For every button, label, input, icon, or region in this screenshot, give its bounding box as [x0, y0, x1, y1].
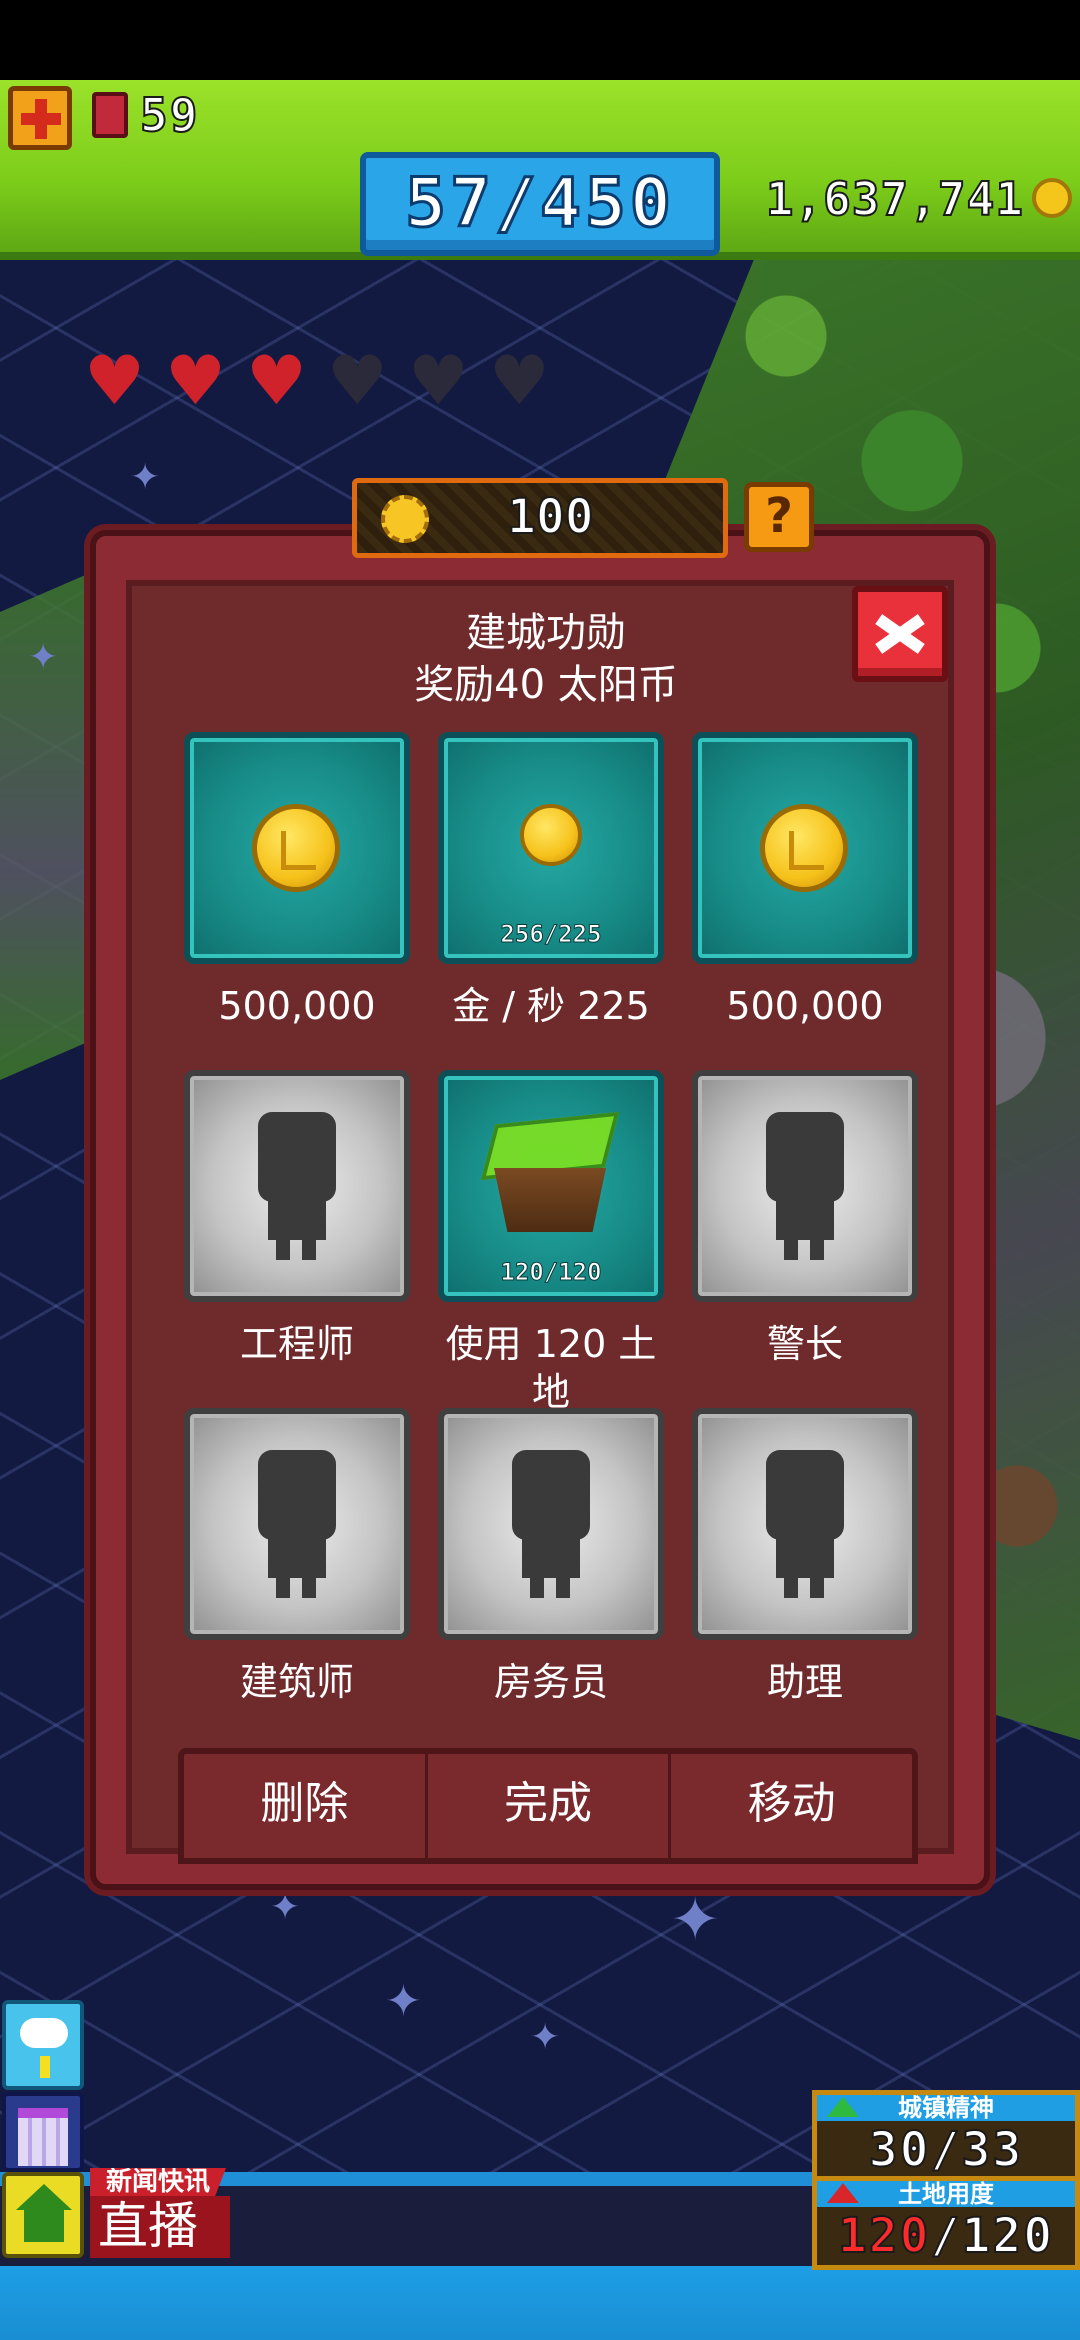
- achievement-cell[interactable]: 500,000: [184, 732, 410, 1030]
- heart-icon: ♥: [245, 342, 307, 421]
- star-icon: ✦: [130, 457, 161, 498]
- happiness-hearts: ♥ ♥ ♥ ♥ ♥ ♥: [84, 348, 550, 416]
- achievement-label: 500,000: [218, 984, 376, 1028]
- star-icon: ✦: [670, 1885, 721, 1955]
- locked-character-icon: [760, 1112, 850, 1262]
- achievement-cell[interactable]: 助理: [692, 1408, 918, 1706]
- locked-character-icon: [760, 1450, 850, 1600]
- heart-icon: ♥: [84, 342, 145, 421]
- achievement-cell[interactable]: 256/225 金 / 秒 225: [438, 732, 664, 1030]
- heart-empty-icon: ♥: [326, 342, 388, 421]
- sun-coin-icon: [381, 495, 429, 543]
- achievement-tile[interactable]: [184, 732, 410, 964]
- gold-coin-icon: [520, 804, 582, 866]
- locked-character-icon: [252, 1112, 342, 1262]
- achievement-tile-locked[interactable]: [692, 1408, 918, 1640]
- achievement-tile-locked[interactable]: [184, 1408, 410, 1640]
- land-plot-icon: [480, 1108, 620, 1248]
- land-usage-value: 120/120: [817, 2207, 1075, 2265]
- town-spirit-value: 30/33: [868, 2121, 1024, 2179]
- sun-coin-bar: 100: [352, 478, 728, 558]
- locked-character-icon: [506, 1450, 596, 1600]
- achievement-cell[interactable]: 500,000: [692, 732, 918, 1030]
- achievement-label: 建筑师: [239, 1660, 354, 1704]
- land-total: /120: [930, 2207, 1055, 2265]
- heart-empty-icon: ♥: [488, 342, 550, 421]
- locked-character-icon: [252, 1450, 342, 1600]
- land-used: 120: [837, 2207, 931, 2265]
- bottom-strip: [0, 2266, 1080, 2340]
- achievement-progress: 256/225: [500, 920, 602, 949]
- land-usage-label: 土地用度: [898, 2180, 994, 2208]
- achievement-label: 房务员: [493, 1660, 608, 1704]
- calendar-button[interactable]: [2, 2092, 84, 2172]
- heart-empty-icon: ♥: [407, 342, 469, 421]
- gold-coin-icon: [252, 804, 340, 892]
- achievement-cell[interactable]: 警长: [692, 1070, 918, 1368]
- achievement-progress: 120/120: [500, 1258, 602, 1287]
- star-icon: ✦: [385, 1976, 422, 2027]
- achievement-label: 金 / 秒 225: [452, 984, 650, 1028]
- achievement-tile-locked[interactable]: [184, 1070, 410, 1302]
- achievement-label: 警长: [766, 1322, 843, 1366]
- land-usage-panel[interactable]: 土地用度 120/120: [812, 2176, 1080, 2270]
- achievement-label: 500,000: [726, 984, 884, 1028]
- achievement-tile[interactable]: 256/225: [438, 732, 664, 964]
- population-counter[interactable]: 57/450: [360, 152, 720, 256]
- achievement-cell[interactable]: 房务员: [438, 1408, 664, 1706]
- sun-coin-value: 100: [506, 488, 595, 546]
- weather-button[interactable]: [2, 2000, 84, 2090]
- ticket-icon: [92, 92, 128, 138]
- live-label[interactable]: 直播: [90, 2196, 230, 2258]
- star-icon: ✦: [28, 637, 59, 678]
- achievement-cell[interactable]: 工程师: [184, 1070, 410, 1368]
- population-value: 57/450: [404, 163, 675, 245]
- achievement-tile[interactable]: 120/120: [438, 1070, 664, 1302]
- town-spirit-panel[interactable]: 城镇精神 30/33: [812, 2090, 1080, 2184]
- close-button[interactable]: [852, 586, 948, 682]
- achievement-tile[interactable]: [692, 732, 918, 964]
- heart-icon: ♥: [164, 342, 226, 421]
- achievement-cell[interactable]: 120/120 使用 120 土地: [438, 1070, 664, 1414]
- achievement-label: 助理: [766, 1660, 843, 1704]
- delete-button[interactable]: 删除: [184, 1754, 425, 1858]
- home-button[interactable]: [2, 2172, 84, 2258]
- coin-icon: [1032, 178, 1072, 218]
- land-usage-header: 土地用度: [817, 2181, 1075, 2207]
- achievement-label: 工程师: [239, 1322, 354, 1366]
- ticket-count: 59: [139, 87, 200, 143]
- move-button[interactable]: 移动: [668, 1754, 912, 1858]
- triangle-icon: [827, 2097, 859, 2117]
- town-spirit-header: 城镇精神: [817, 2095, 1075, 2121]
- help-button[interactable]: ?: [744, 482, 814, 552]
- town-spirit-label: 城镇精神: [898, 2094, 994, 2122]
- achievement-cell[interactable]: 建筑师: [184, 1408, 410, 1706]
- coin-total: 1,637,741: [765, 171, 1024, 227]
- gold-coin-icon: [760, 804, 848, 892]
- panel-action-bar: 删除 完成 移动: [178, 1748, 918, 1864]
- achievement-panel: 建城功勋 奖励40 太阳币 500,000 256/225 金 / 秒 225 …: [90, 530, 990, 1890]
- done-button[interactable]: 完成: [424, 1754, 669, 1858]
- star-icon: ✦: [530, 2017, 561, 2058]
- status-strip: [0, 0, 1080, 80]
- achievement-label: 使用 120 土地: [445, 1322, 657, 1414]
- add-currency-button[interactable]: [8, 86, 72, 150]
- achievement-tile-locked[interactable]: [438, 1408, 664, 1640]
- star-icon: ✦: [270, 1887, 301, 1928]
- news-flash-label: 新闻快讯: [90, 2168, 227, 2196]
- triangle-icon: [827, 2183, 859, 2203]
- achievement-tile-locked[interactable]: [692, 1070, 918, 1302]
